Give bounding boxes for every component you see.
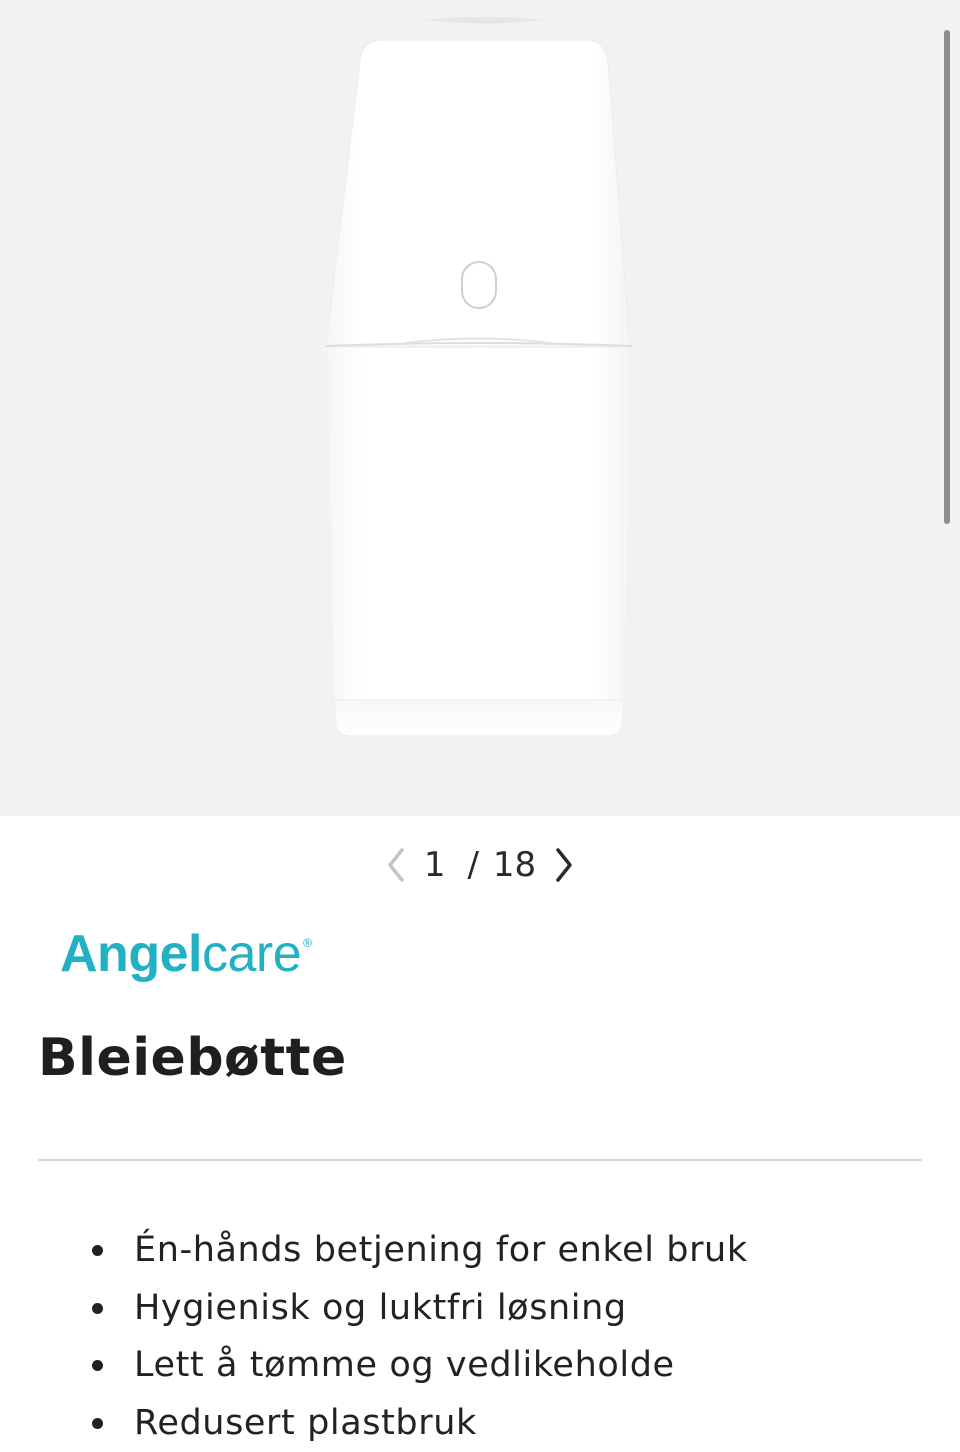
brand-name-bold: Angel: [60, 925, 202, 983]
previous-image-button[interactable]: [376, 840, 416, 890]
registered-mark: ®: [303, 936, 312, 950]
product-title: Bleiebøtte: [38, 1028, 347, 1088]
feature-text: Én-hånds betjening for enkel bruk: [134, 1230, 748, 1270]
feature-list: Én-hånds betjening for enkel bruk Hygien…: [90, 1222, 930, 1452]
divider: [38, 1159, 922, 1161]
page-separator: /: [467, 845, 479, 885]
bullet-icon: [92, 1360, 103, 1371]
feature-item: Én-hånds betjening for enkel bruk: [90, 1222, 930, 1280]
bullet-icon: [92, 1245, 103, 1256]
brand-logo[interactable]: Angel care ®: [60, 924, 312, 994]
bullet-icon: [92, 1417, 103, 1429]
scrollbar[interactable]: [944, 30, 950, 524]
current-page: 1: [423, 845, 446, 885]
feature-text: Lett å tømme og vedlikeholde: [134, 1345, 675, 1385]
product-page: 1 / 18 Angel care ® Bleiebøtte Én-hånds be…: [0, 0, 960, 1452]
image-pager: 1 / 18: [372, 840, 588, 890]
chevron-left-icon: [388, 848, 404, 882]
total-pages: 18: [492, 845, 537, 885]
brand-name-light: care: [201, 925, 302, 983]
feature-item: Lett å tømme og vedlikeholde: [90, 1337, 930, 1395]
product-image-gallery[interactable]: [0, 0, 960, 816]
chevron-right-icon: [556, 848, 572, 882]
feature-text: Hygienisk og luktfri løsning: [134, 1287, 627, 1328]
page-counter: 1 / 18: [416, 845, 544, 885]
feature-item: Redusert plastbruk: [90, 1395, 930, 1452]
product-image: [325, 17, 633, 737]
bullet-icon: [92, 1302, 103, 1314]
next-image-button[interactable]: [544, 840, 584, 890]
feature-text: Redusert plastbruk: [134, 1402, 477, 1443]
feature-item: Hygienisk og luktfri løsning: [90, 1280, 930, 1338]
